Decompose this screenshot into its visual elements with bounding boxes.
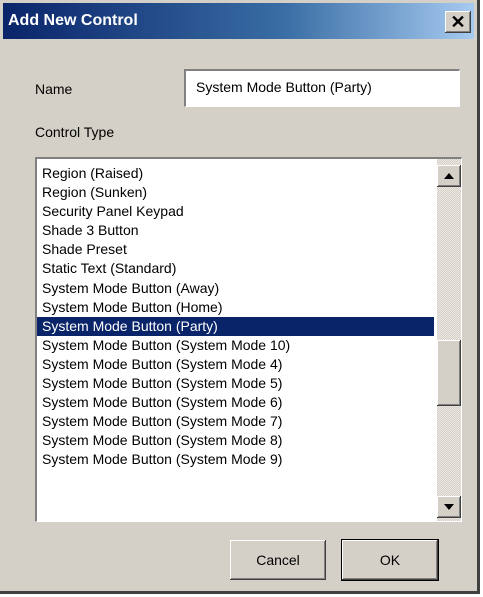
scroll-up-arrow-icon: [444, 173, 454, 179]
name-label: Name: [35, 81, 73, 97]
close-icon: ✕: [450, 11, 466, 32]
list-item[interactable]: System Mode Button (System Mode 7): [37, 412, 434, 431]
control-type-listbox[interactable]: Region (Raised) Region (Sunken) Security P…: [35, 157, 462, 522]
list-item[interactable]: Shade 3 Button: [37, 221, 434, 240]
add-new-control-dialog: Add New Control ✕ Name System Mode Butto…: [0, 0, 480, 594]
list-item[interactable]: System Mode Button (System Mode 6): [37, 393, 434, 412]
list-item[interactable]: System Mode Button (Home): [37, 298, 434, 317]
list-item[interactable]: System Mode Button (System Mode 8): [37, 431, 434, 450]
list-item[interactable]: Region (Sunken): [37, 183, 434, 202]
list-item[interactable]: Shade Preset: [37, 240, 434, 259]
list-item[interactable]: System Mode Button (System Mode 10): [37, 336, 434, 355]
scroll-down-arrow-icon: [444, 504, 454, 510]
close-button[interactable]: ✕: [445, 11, 471, 33]
control-type-list: Region (Raised) Region (Sunken) Security P…: [37, 164, 434, 470]
cancel-button[interactable]: Cancel: [230, 540, 326, 580]
ok-button[interactable]: OK: [342, 540, 438, 580]
list-item[interactable]: System Mode Button (System Mode 5): [37, 374, 434, 393]
control-type-label: Control Type: [35, 124, 115, 140]
vertical-scrollbar[interactable]: [437, 159, 461, 521]
dialog-title: Add New Control: [8, 12, 138, 29]
list-item[interactable]: System Mode Button (Party): [37, 316, 434, 336]
scroll-thumb[interactable]: [437, 340, 461, 406]
name-input[interactable]: System Mode Button (Party): [184, 69, 460, 107]
title-bar[interactable]: Add New Control ✕: [3, 3, 474, 39]
list-item[interactable]: Region (Raised): [37, 164, 434, 183]
list-item[interactable]: Security Panel Keypad: [37, 202, 434, 221]
list-item[interactable]: System Mode Button (Away): [37, 279, 434, 298]
list-item[interactable]: System Mode Button (System Mode 9): [37, 450, 434, 469]
list-item[interactable]: System Mode Button (System Mode 4): [37, 355, 434, 374]
scroll-up-button[interactable]: [437, 165, 461, 187]
scroll-down-button[interactable]: [437, 496, 461, 518]
list-item[interactable]: Static Text (Standard): [37, 259, 434, 278]
